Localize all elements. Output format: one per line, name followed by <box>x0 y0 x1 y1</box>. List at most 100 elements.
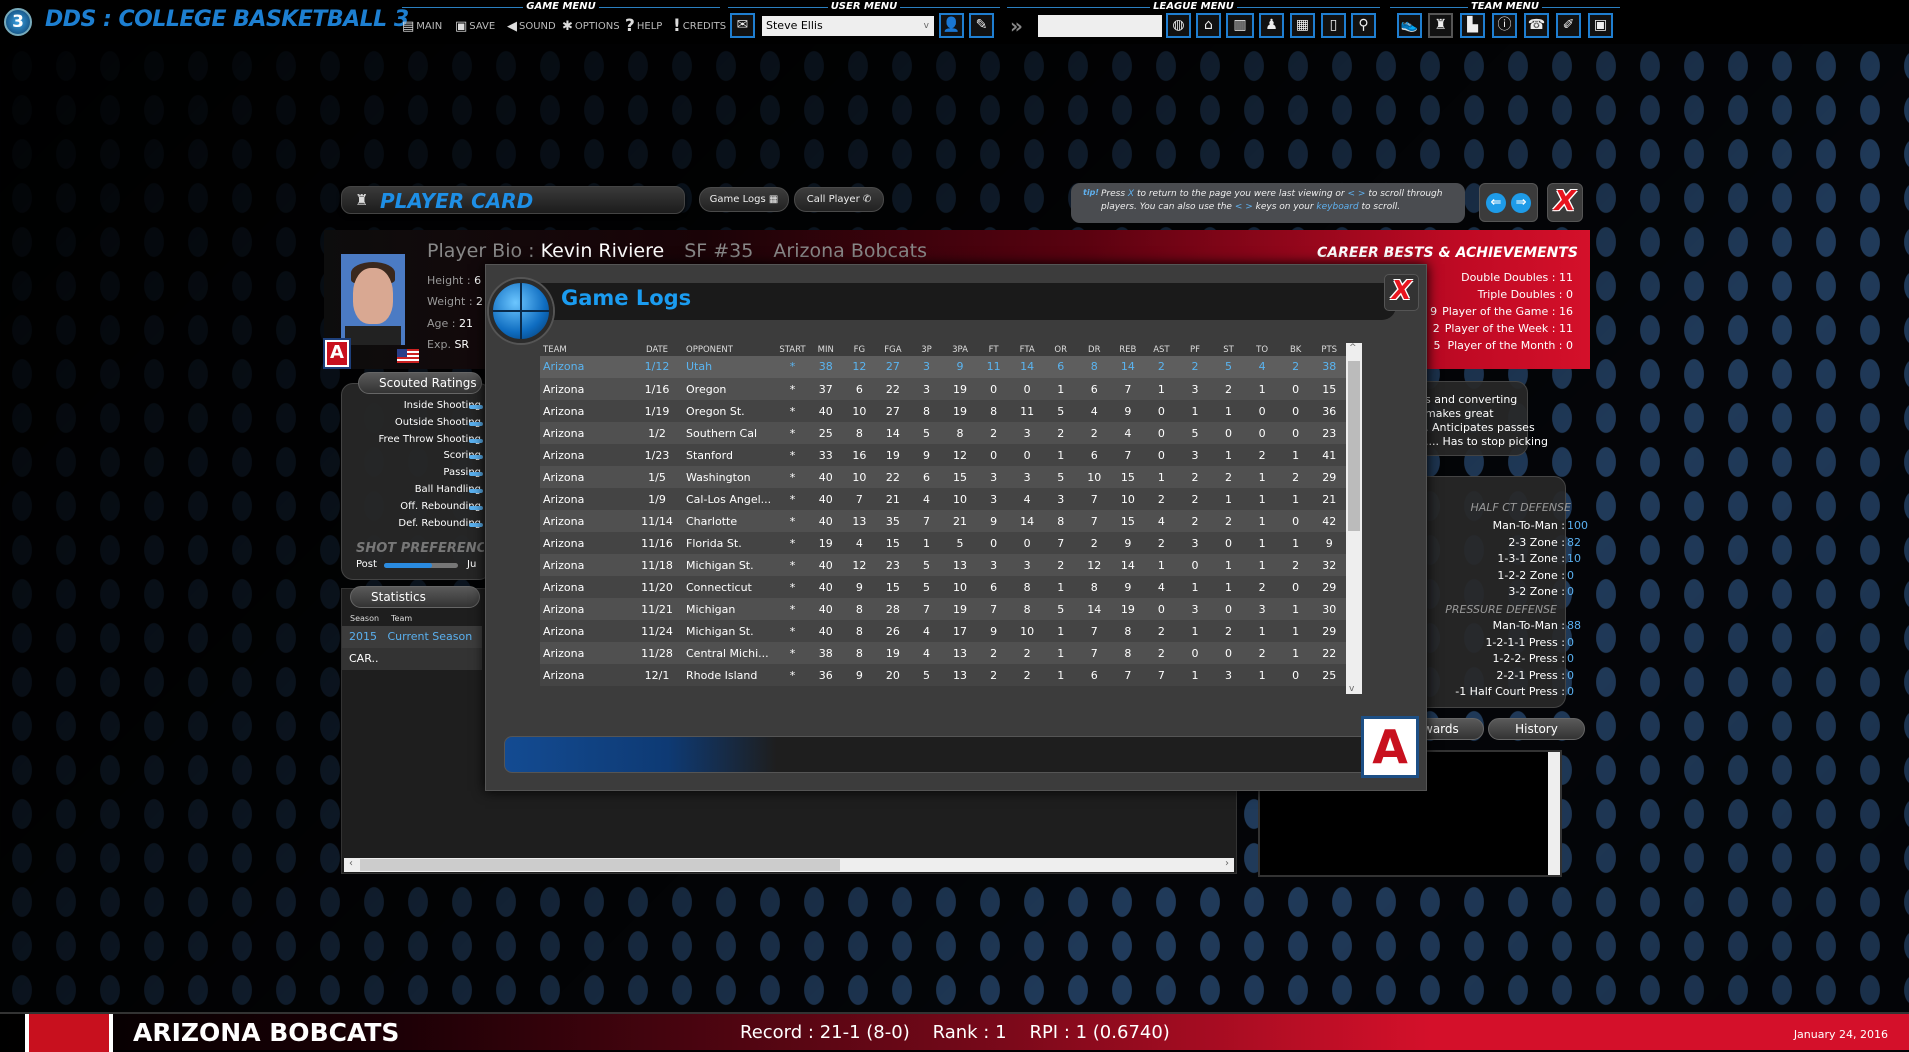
team-whistle-button[interactable]: ☎ <box>1524 13 1549 38</box>
horizontal-scrollbar[interactable]: ‹ › <box>344 858 1234 872</box>
table-row[interactable]: Arizona 1/19 Oregon St. * 40 10 27 8 19 8 11 5 4 9 0 1 1… <box>540 400 1346 422</box>
league-chart-button[interactable]: ▦ <box>1290 13 1315 38</box>
call-player-button[interactable]: Call Player ✆ <box>794 187 884 212</box>
close-player-card-button[interactable]: X <box>1547 183 1583 222</box>
menu-help[interactable]: ? HELP <box>625 16 662 36</box>
team-clipboard-button[interactable]: ✐ <box>1556 13 1581 38</box>
column-header[interactable]: START <box>776 343 809 356</box>
scroll-right-icon[interactable]: › <box>1220 858 1234 872</box>
player-position: SF #35 <box>684 240 754 262</box>
column-header[interactable]: BK <box>1279 343 1313 356</box>
table-row[interactable]: Arizona 1/2 Southern Cal * 25 8 14 5 8 2 3 2 2 4 0 5 0 0 0… <box>540 422 1346 444</box>
menu-sound[interactable]: ◀ SOUND <box>507 17 556 35</box>
table-row[interactable]: Arizona 1/16 Oregon * 37 6 22 3 19 0 0 1 6 7 1 3 2 1 0 15 <box>540 378 1346 400</box>
vertical-scrollbar[interactable] <box>1548 752 1560 875</box>
column-header[interactable]: 3PA <box>943 343 977 356</box>
menu-main[interactable]: ▤ MAIN <box>402 17 442 35</box>
column-header[interactable]: OPPONENT <box>683 343 776 356</box>
column-header[interactable]: 3P <box>910 343 944 356</box>
table-cell: 8 <box>1043 510 1078 532</box>
table-cell: * <box>776 642 809 664</box>
scroll-left-icon[interactable]: ‹ <box>344 858 358 872</box>
column-header[interactable]: FT <box>977 343 1011 356</box>
previous-player-icon[interactable]: ⇐ <box>1485 193 1506 213</box>
user-profile-button[interactable]: 👤 <box>939 13 964 38</box>
status-bar: ARIZONA BOBCATS Record : 21-1 (8-0) Rank… <box>0 1012 1909 1052</box>
column-header[interactable]: PTS <box>1312 343 1346 356</box>
table-row[interactable]: Arizona 11/24 Michigan St. * 40 8 26 4 17 9 10 1 7 8 2… <box>540 620 1346 642</box>
table-row[interactable]: Arizona 11/20 Connecticut * 40 9 15 5 10 6 8 1 8 9 4 1 1… <box>540 576 1346 598</box>
stats-row-career[interactable]: CAR.. <box>342 648 482 670</box>
league-cabinet-button[interactable]: ▯ <box>1321 13 1346 38</box>
shot-preference-slider[interactable] <box>384 563 458 568</box>
menu-options[interactable]: ✱ OPTIONS <box>562 17 620 35</box>
table-row[interactable]: Arizona 1/5 Washington * 40 10 22 6 15 3 3 5 10 15 1 2 2… <box>540 466 1346 488</box>
edit-user-button[interactable]: ✎ <box>969 13 994 38</box>
user-select[interactable]: Steve Ellis v <box>762 16 934 36</box>
stats-row-current[interactable]: 2015 Current Season <box>342 626 482 648</box>
table-cell: 2 <box>1278 356 1313 378</box>
table-scrollbar[interactable]: ^ v <box>1346 343 1362 694</box>
table-cell: 1 <box>1278 642 1313 664</box>
team-shoe-button[interactable]: 👟 <box>1397 13 1422 38</box>
table-cell: 2 <box>1245 642 1279 664</box>
table-cell: 11/21 <box>631 598 683 620</box>
column-header[interactable]: AST <box>1145 343 1179 356</box>
table-row[interactable]: Arizona 11/28 Central Michi... * 38 8 19 4 13 2 2 1… <box>540 642 1346 664</box>
table-cell: 15 <box>1111 510 1145 532</box>
table-cell: 5 <box>1211 356 1246 378</box>
column-header[interactable]: MIN <box>809 343 843 356</box>
team-shorts-button[interactable]: ▙ <box>1460 13 1485 38</box>
table-cell: 15 <box>943 466 977 488</box>
column-header[interactable]: DR <box>1078 343 1112 356</box>
game-logs-button[interactable]: Game Logs ▦ <box>699 187 789 212</box>
league-search-input[interactable] <box>1038 15 1162 37</box>
column-header[interactable]: TO <box>1245 343 1279 356</box>
column-header[interactable]: FGA <box>876 343 910 356</box>
table-row[interactable]: Arizona 1/12 Utah * 38 12 27 3 9 11 14 6 8 14 2 2 5 4 2 38 <box>540 356 1346 378</box>
league-search-button[interactable]: ⚲ <box>1351 13 1376 38</box>
column-header[interactable]: ST <box>1212 343 1246 356</box>
column-header[interactable]: FTA <box>1010 343 1044 356</box>
scrollbar-thumb[interactable] <box>360 859 840 871</box>
league-trophy-button[interactable]: ♟ <box>1259 13 1284 38</box>
column-header[interactable]: FG <box>843 343 877 356</box>
column-header[interactable]: OR <box>1044 343 1078 356</box>
column-header[interactable]: TEAM <box>540 343 631 356</box>
league-standings-button[interactable]: ▥ <box>1226 13 1254 38</box>
team-jersey-button[interactable]: ♜ <box>1428 13 1453 38</box>
player-team: Arizona Bobcats <box>773 240 927 262</box>
table-row[interactable]: Arizona 11/14 Charlotte * 40 13 35 7 21 9 14 8 7 15 4 2… <box>540 510 1346 532</box>
table-row[interactable]: Arizona 11/18 Michigan St. * 40 12 23 5 13 3 3 2 12 1… <box>540 554 1346 576</box>
table-cell: 11/14 <box>631 510 683 532</box>
scrollbar-thumb[interactable] <box>1348 361 1360 531</box>
menu-save[interactable]: ▣ SAVE <box>455 17 495 35</box>
table-cell: 0 <box>1211 642 1246 664</box>
column-header[interactable]: PF <box>1178 343 1212 356</box>
table-cell: 7 <box>1144 664 1179 686</box>
mail-button[interactable]: ✉ <box>730 13 755 38</box>
table-cell: 41 <box>1312 444 1346 466</box>
team-info-button[interactable]: ⓘ <box>1492 13 1517 38</box>
next-player-icon[interactable]: ⇒ <box>1511 193 1532 213</box>
league-home-button[interactable]: ⌂ <box>1196 13 1221 38</box>
table-row[interactable]: Arizona 12/1 Rhode Island * 36 9 20 5 13 2 2 1 6 7 7 1 3… <box>540 664 1346 686</box>
table-cell: 40 <box>809 510 843 532</box>
table-row[interactable]: Arizona 1/9 Cal-Los Angel... * 40 7 21 4 10 3 4 3 7 1… <box>540 488 1346 510</box>
table-cell: 9 <box>1111 400 1145 422</box>
table-row[interactable]: Arizona 11/16 Florida St. * 19 4 15 1 5 0 0 7 2 9 2 3 0 1… <box>540 532 1346 554</box>
column-header[interactable]: REB <box>1111 343 1145 356</box>
menu-credits[interactable]: ! CREDITS <box>673 16 726 36</box>
league-basketball-button[interactable]: ◍ <box>1166 13 1191 38</box>
close-modal-button[interactable]: X <box>1384 274 1419 311</box>
history-tab[interactable]: History <box>1488 718 1585 740</box>
table-row[interactable]: Arizona 1/23 Stanford * 33 16 19 9 12 0 0 1 6 7 0 3 1 2 1 4… <box>540 444 1346 466</box>
column-header[interactable]: DATE <box>631 343 683 356</box>
scroll-down-icon[interactable]: v <box>1349 684 1354 694</box>
table-cell: 2 <box>1144 356 1179 378</box>
scroll-up-icon[interactable]: ^ <box>1349 343 1357 353</box>
cabinet-icon: ▯ <box>1329 17 1338 33</box>
jersey-icon: ♜ <box>355 191 369 209</box>
table-row[interactable]: Arizona 11/21 Michigan * 40 8 28 7 19 7 8 5 14 19 0 3 0 3… <box>540 598 1346 620</box>
team-bag-button[interactable]: ▣ <box>1588 13 1613 38</box>
